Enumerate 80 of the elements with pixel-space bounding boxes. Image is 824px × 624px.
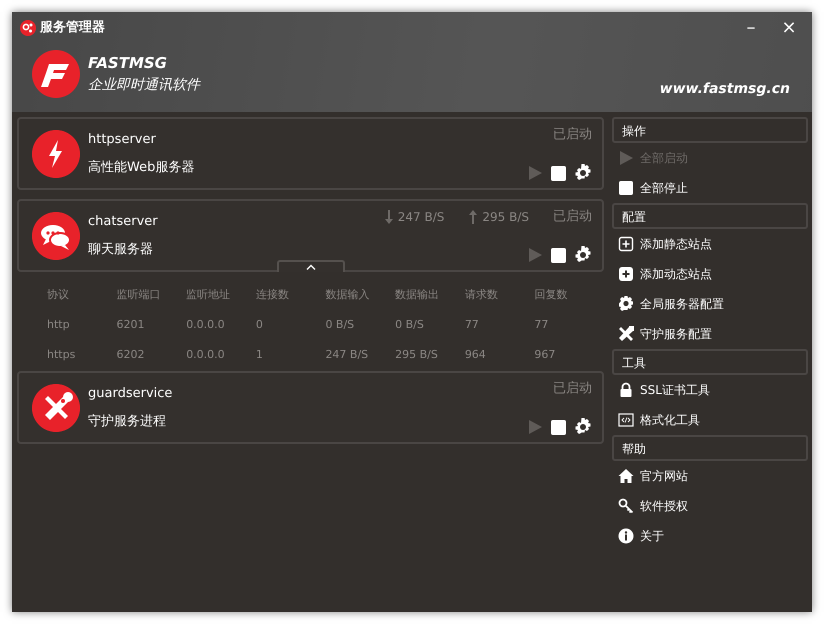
collapse-toggle[interactable]: [276, 260, 344, 272]
service-status: 已启动: [553, 380, 592, 398]
download-arrow-icon: [384, 210, 394, 224]
tools-icon: [32, 384, 80, 432]
close-button[interactable]: ×: [774, 19, 804, 37]
plus-square-icon: [618, 236, 634, 252]
stop-icon: [618, 180, 634, 196]
table-cell-text: 964: [464, 346, 487, 363]
table-cell-text: https: [47, 346, 76, 363]
table-cell-text: http: [47, 316, 71, 333]
table-cell-text: 6202: [116, 346, 146, 363]
upload-arrow-icon: [468, 210, 478, 224]
column-header: 请求数: [464, 286, 499, 303]
settings-button[interactable]: [574, 246, 592, 264]
sidebar-item[interactable]: 添加动态站点: [612, 259, 808, 289]
table-cell-text: 0.0.0.0: [186, 346, 226, 363]
table-cell-text: 247 B/S: [325, 346, 370, 363]
tools-icon: [618, 326, 634, 342]
website-text: www.fastmsg.cn: [660, 81, 790, 97]
section-header: 操作: [612, 117, 808, 143]
table-cell-text: 295 B/S: [395, 346, 439, 363]
column-header: 监听地址: [186, 280, 256, 310]
table-cell-text: 0 B/S: [395, 316, 425, 333]
stop-button[interactable]: [551, 248, 566, 262]
service-name: guardservice: [88, 385, 172, 403]
section-header: 配置: [612, 203, 808, 229]
table-cell-text: 77: [534, 316, 550, 333]
column-header: 协议: [47, 286, 70, 303]
sidebar-item[interactable]: 软件授权: [612, 491, 808, 521]
table-cell-text: 6201: [116, 316, 146, 333]
plus-square-icon: [618, 266, 634, 282]
column-header: 数据输入: [325, 280, 396, 310]
download-rate: 247 B/S: [398, 208, 444, 226]
stop-button[interactable]: [551, 166, 566, 180]
chat-bubbles-icon: [32, 212, 80, 260]
sidebar-item[interactable]: SSL证书工具: [612, 375, 808, 405]
column-header: 数据输出: [395, 280, 465, 310]
brand-name: FASTMSG: [88, 53, 168, 74]
gear-icon: [618, 296, 634, 312]
window-title: 服务管理器: [40, 19, 105, 38]
service-status: 已启动: [553, 208, 592, 226]
column-header: 监听端口: [116, 286, 162, 303]
upload-rate: 295 B/S: [482, 208, 529, 226]
table-cell-text: 0: [256, 316, 264, 333]
fastmsg-logo-icon: [32, 50, 80, 98]
table-cell-text: 1: [256, 346, 264, 363]
table-cell-text: 0 B/S: [325, 316, 356, 333]
settings-button[interactable]: [574, 418, 592, 436]
section-header: 工具: [612, 349, 808, 375]
play-icon: [618, 150, 634, 166]
section-header: 帮助: [612, 435, 808, 461]
sidebar-item[interactable]: 全部停止: [612, 173, 808, 203]
settings-button[interactable]: [574, 164, 592, 182]
service-description: 高性能Web服务器: [88, 158, 194, 176]
sidebar-item[interactable]: 守护服务配置: [612, 319, 808, 349]
column-header: 连接数: [256, 280, 326, 310]
table-cell-text: 0.0.0.0: [186, 316, 226, 333]
sidebar-item[interactable]: 格式化工具: [612, 405, 808, 435]
info-icon: [618, 528, 634, 544]
sidebar-item[interactable]: 全局服务器配置: [612, 289, 808, 319]
sidebar-item[interactable]: 关于: [612, 521, 808, 551]
service-name: chatserver: [88, 213, 158, 231]
key-icon: [618, 498, 634, 514]
sidebar-item[interactable]: 官方网站: [612, 461, 808, 491]
service-name: httpserver: [88, 131, 157, 149]
service-description: 守护服务进程: [88, 412, 167, 430]
code-icon: [618, 412, 634, 428]
service-status: 已启动: [553, 126, 592, 144]
stop-button[interactable]: [551, 420, 566, 434]
brand-tagline: 企业即时通讯软件: [88, 76, 200, 95]
minimize-button[interactable]: –: [736, 19, 766, 37]
table-cell-text: 77: [464, 316, 480, 333]
home-icon: [618, 468, 634, 484]
service-description: 聊天服务器: [88, 240, 154, 258]
column-header: 回复数: [534, 286, 568, 303]
app-logo-icon: [20, 20, 36, 36]
lock-icon: [618, 382, 634, 398]
sidebar-item[interactable]: 添加静态站点: [612, 229, 808, 259]
lightning-icon: [32, 130, 80, 178]
table-cell-text: 967: [534, 346, 556, 363]
